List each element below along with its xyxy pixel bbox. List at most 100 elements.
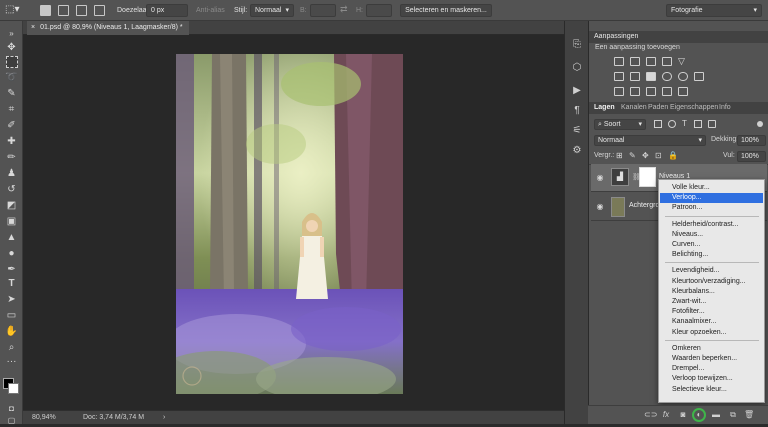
menu-item[interactable]: Curven... [660,240,763,250]
tab-channels[interactable]: Kanalen [621,102,647,114]
close-icon[interactable]: × [31,24,35,31]
dodge-tool-icon[interactable]: ● [4,247,19,260]
new-group-icon[interactable]: ▬ [711,410,721,420]
properties-panel-icon[interactable]: ⚙ [571,145,583,157]
filter-shape-icon[interactable] [694,120,702,128]
add-selection-icon[interactable] [58,5,69,16]
new-selection-icon[interactable] [40,5,51,16]
brush-tool-icon[interactable]: ✏ [4,151,19,164]
intersect-selection-icon[interactable] [94,5,105,16]
filter-smart-object-icon[interactable] [708,120,716,128]
eraser-icon[interactable]: ◩ [4,199,19,212]
blend-mode-select[interactable]: Normaal ▾ [594,135,706,146]
style-select[interactable]: Normaal ▾ [250,4,294,17]
layer-filter-select[interactable]: ⌕ Soort ▾ [594,119,646,130]
lock-artboard-icon[interactable]: ⊡ [655,151,662,160]
eye-icon[interactable]: ◉ [595,173,605,183]
lasso-tool-icon[interactable]: ➰ [4,71,19,84]
menu-item[interactable]: Drempel... [660,364,763,374]
zoom-tool-icon[interactable]: ⌕ [4,341,19,354]
tab-paths[interactable]: Paden [648,102,668,114]
fill-input[interactable]: 100% [737,151,766,162]
trash-icon[interactable]: 🗑 [744,410,754,420]
posterize-icon[interactable] [630,87,640,96]
antialias-checkbox[interactable]: Anti-alias [196,4,225,17]
invert-icon[interactable] [614,87,624,96]
filter-pixel-icon[interactable] [654,120,662,128]
type-tool-icon[interactable]: T [4,277,19,290]
width-input[interactable] [310,4,336,17]
history-brush-icon[interactable]: ↺ [4,183,19,196]
background-color-swatch[interactable] [8,383,19,394]
vibrance-icon[interactable]: ▽ [678,57,688,66]
menu-item[interactable]: Zwart-wit... [660,297,763,307]
menu-item[interactable]: Kleurtoon/verzadiging... [660,277,763,287]
color-lookup-icon[interactable] [694,72,704,81]
menu-item[interactable]: Verloop toewijzen... [660,374,763,384]
move-tool-icon[interactable]: ✥ [4,41,19,54]
chevron-right-icon[interactable]: › [163,411,165,424]
selective-color-icon[interactable] [678,87,688,96]
adjustments-title[interactable]: Aanpassingen [594,33,638,40]
lock-image-icon[interactable]: ✎ [629,151,636,160]
history-panel-icon[interactable]: ⎘ [571,39,583,51]
pen-tool-icon[interactable]: ✒ [4,263,19,276]
subtract-selection-icon[interactable] [76,5,87,16]
gradient-tool-icon[interactable]: ▣ [4,215,19,228]
eye-icon[interactable]: ◉ [595,202,605,212]
exposure-icon[interactable] [662,57,672,66]
tab-layers[interactable]: Lagen [594,102,615,114]
fx-icon[interactable]: fx [661,410,671,420]
collapse-icon[interactable]: » [4,27,19,40]
levels-icon[interactable] [630,57,640,66]
link-layers-icon[interactable]: ⊂⊃ [644,410,657,420]
workspace-select[interactable]: Fotografie ▾ [666,4,762,17]
filter-toggle-icon[interactable] [757,121,763,127]
menu-item[interactable]: Omkeren [660,344,763,354]
menu-item[interactable]: Fotofilter... [660,307,763,317]
curves-icon[interactable] [646,57,656,66]
brightness-icon[interactable] [614,57,624,66]
menu-item[interactable]: Niveaus... [660,230,763,240]
blur-tool-icon[interactable]: ▲ [4,231,19,244]
menu-item[interactable]: Levendigheid... [660,266,763,276]
menu-item[interactable]: Helderheid/contrast... [660,220,763,230]
filter-type-icon[interactable]: T [682,119,687,128]
tab-info[interactable]: Info [719,102,731,114]
tab-properties[interactable]: Eigenschappen [670,102,718,114]
menu-item[interactable]: Waarden beperken... [660,354,763,364]
crop-tool-icon[interactable]: ⌗ [4,103,19,116]
menu-item[interactable]: Patroon... [660,203,763,213]
marquee-tool-icon[interactable]: ⬚▾ [5,3,19,16]
menu-item[interactable]: Kanaalmixer... [660,317,763,327]
opacity-input[interactable]: 100% [737,135,766,146]
photo-filter-icon[interactable] [662,72,672,81]
zoom-level[interactable]: 80,94% [32,411,56,424]
healing-brush-icon[interactable]: ✚ [4,135,19,148]
3d-panel-icon[interactable]: ⬡ [571,62,583,74]
lock-all-icon[interactable]: 🔒 [668,151,678,160]
gradient-map-icon[interactable] [662,87,672,96]
lock-transparent-icon[interactable]: ⊞ [616,151,623,160]
more-tools-icon[interactable]: ··· [4,355,19,368]
select-and-mask-button[interactable]: Selecteren en maskeren... [400,4,492,17]
add-mask-icon[interactable]: ◙ [678,410,688,420]
quick-selection-icon[interactable]: ✎ [4,87,19,100]
lock-position-icon[interactable]: ✥ [642,151,649,160]
document-tab[interactable]: × 01.psd @ 80,9% (Niveaus 1, Laagmasker/8… [27,21,189,35]
menu-item[interactable]: Belichting... [660,250,763,260]
color-balance-icon[interactable] [630,72,640,81]
hand-tool-icon[interactable]: ✋ [4,325,19,338]
clone-stamp-icon[interactable]: ♟ [4,167,19,180]
paragraph-panel-icon[interactable]: ¶ [571,105,583,117]
menu-item[interactable]: Volle kleur... [660,183,763,193]
threshold-icon[interactable] [646,87,656,96]
menu-item[interactable]: Kleur opzoeken... [660,328,763,338]
feather-input[interactable]: 0 px [146,4,188,17]
menu-item[interactable]: Kleurbalans... [660,287,763,297]
screen-mode-icon[interactable]: ▢ [4,414,19,427]
hue-saturation-icon[interactable] [614,72,624,81]
menu-item[interactable]: Selectieve kleur... [660,385,763,395]
black-white-icon[interactable] [646,72,656,81]
menu-item[interactable]: Verloop... [660,193,763,204]
